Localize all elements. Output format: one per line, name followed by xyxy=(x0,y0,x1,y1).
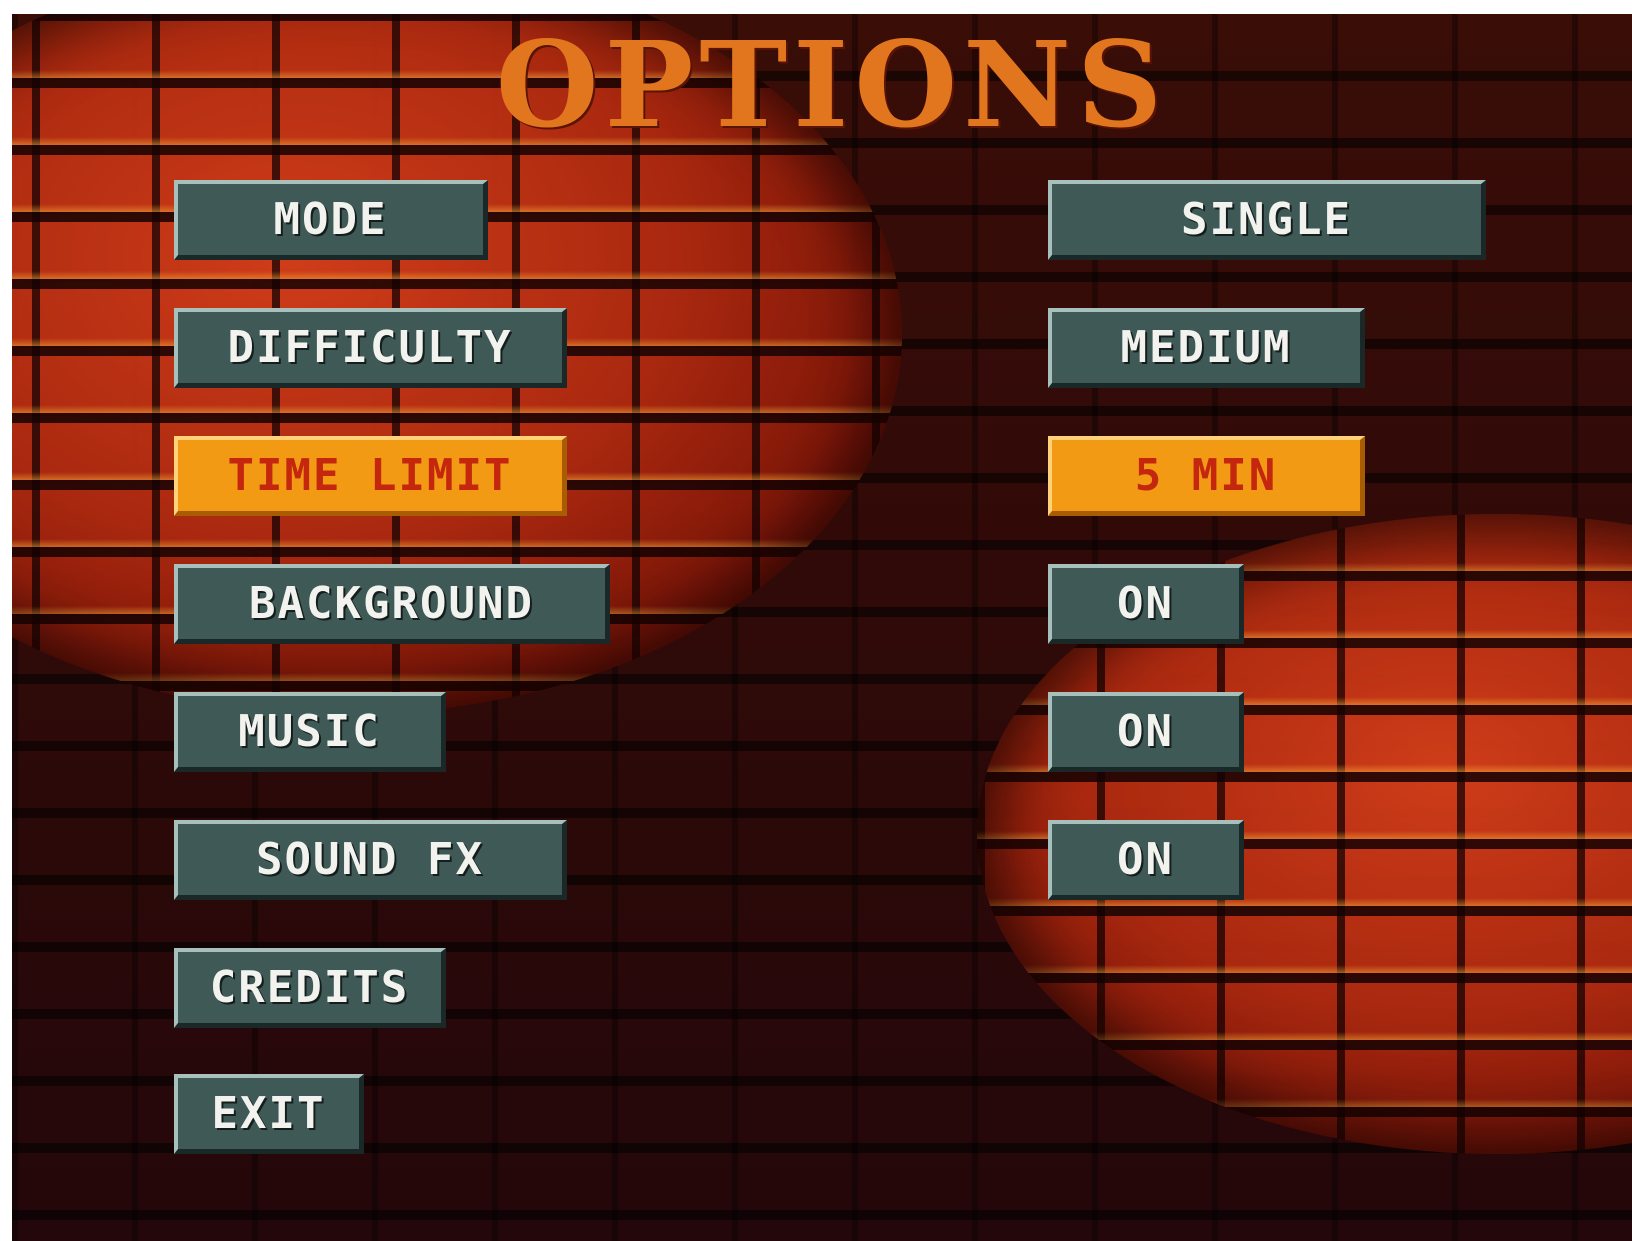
page-title: OPTIONS xyxy=(495,15,1169,154)
difficulty-value-button[interactable]: MEDIUM xyxy=(1048,308,1365,388)
exit-button[interactable]: EXIT xyxy=(174,1074,364,1154)
sound-fx-button[interactable]: SOUND FX xyxy=(174,820,567,900)
time-limit-value-button[interactable]: 5 MIN xyxy=(1048,436,1365,516)
credits-button[interactable]: CREDITS xyxy=(174,948,446,1028)
sound-fx-value-button[interactable]: ON xyxy=(1048,820,1244,900)
background-button[interactable]: BACKGROUND xyxy=(174,564,610,644)
game-options-screen: OPTIONS MODE DIFFICULTY TIME LIMIT BACKG… xyxy=(12,14,1632,1241)
music-value-button[interactable]: ON xyxy=(1048,692,1244,772)
difficulty-button[interactable]: DIFFICULTY xyxy=(174,308,567,388)
mode-value-button[interactable]: SINGLE xyxy=(1048,180,1486,260)
mode-button[interactable]: MODE xyxy=(174,180,488,260)
music-button[interactable]: MUSIC xyxy=(174,692,446,772)
background-value-button[interactable]: ON xyxy=(1048,564,1244,644)
time-limit-button[interactable]: TIME LIMIT xyxy=(174,436,567,516)
